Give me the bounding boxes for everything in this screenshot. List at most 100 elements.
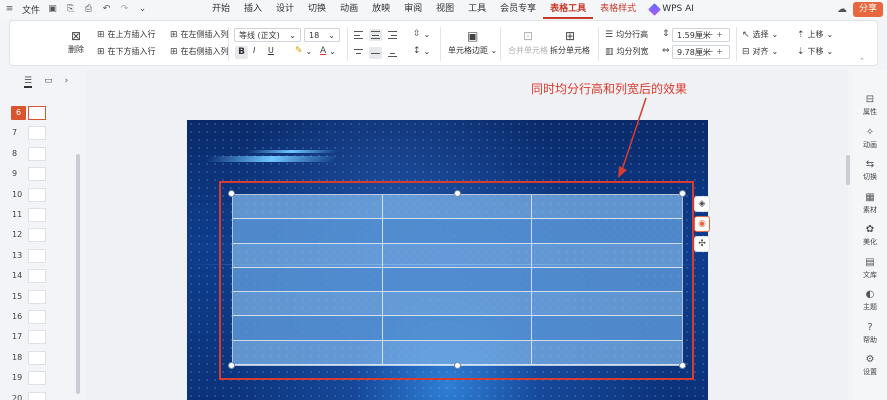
distribute-rows-button[interactable]: ☰ 均分行高	[605, 29, 648, 40]
right-panel-properties[interactable]: ⊟ 属性	[853, 94, 887, 117]
wps-ai-button[interactable]: WPS AI	[643, 0, 701, 19]
outline-view-icon[interactable]: ☰	[24, 76, 33, 88]
stepper-controls[interactable]: −+	[707, 30, 726, 39]
slide-thumbnail-item[interactable]: 16	[0, 310, 80, 325]
redo-icon[interactable]: ↷	[119, 4, 130, 15]
align-button[interactable]: ⊟ 对齐 ⌄	[742, 46, 778, 57]
align-right-icon[interactable]	[386, 29, 399, 41]
tab-6[interactable]: 审阅	[397, 0, 429, 19]
right-panel-assets[interactable]: ▦ 素材	[853, 192, 887, 215]
slide-thumbnail-item[interactable]: 10	[0, 187, 80, 203]
tab-0[interactable]: 开始	[205, 0, 237, 19]
slide-thumbnail-item[interactable]: 15	[0, 289, 80, 305]
bold-button[interactable]: B	[235, 46, 248, 59]
slide-thumbnail-item[interactable]: 18	[0, 350, 80, 366]
col-width-input[interactable]: 9.78厘米 −+	[672, 45, 730, 59]
right-panel-animation[interactable]: ✧ 动画	[853, 127, 887, 150]
font-color-button[interactable]: A ⌄	[320, 46, 336, 56]
tab-4[interactable]: 动画	[333, 0, 365, 19]
valign-top-icon[interactable]	[352, 47, 365, 59]
right-panel-beautify[interactable]: ✿ 美化	[853, 224, 887, 247]
slide-thumbnail-item[interactable]: 14	[0, 269, 80, 284]
slide-thumbnail-item[interactable]: 6	[0, 106, 80, 121]
distribute-cols-button[interactable]: ▥ 均分列宽	[605, 46, 649, 57]
insert-row-above-button[interactable]: ⊞ 在上方插入行	[97, 29, 156, 40]
right-panel-theme[interactable]: ◐ 主题	[853, 289, 887, 312]
slide-thumbnail-item[interactable]: 19	[0, 371, 80, 386]
slide-thumbnail-item[interactable]: 9	[0, 167, 80, 182]
valign-bottom-icon[interactable]	[386, 47, 399, 59]
valign-middle-icon[interactable]	[369, 47, 382, 59]
slide-thumbnail[interactable]	[28, 330, 46, 345]
save-icon[interactable]: ▣	[47, 4, 58, 15]
slide-thumbnail-item[interactable]: 11	[0, 208, 80, 223]
print-icon[interactable]: ⎙	[83, 4, 94, 15]
slide-thumbnail-item[interactable]: 7	[0, 126, 80, 141]
right-panel-library[interactable]: ▤ 文库	[853, 257, 887, 280]
slide-thumbnail[interactable]	[28, 310, 46, 324]
slide-thumbnail[interactable]	[28, 269, 46, 284]
slide-thumbnail-item[interactable]: 8	[0, 146, 80, 162]
canvas-scrollbar[interactable]	[846, 155, 850, 185]
align-center-icon[interactable]	[369, 29, 382, 41]
slide-thumbnail[interactable]	[28, 167, 46, 182]
tab-9[interactable]: 会员专享	[493, 0, 543, 19]
italic-button[interactable]: I	[253, 46, 255, 55]
split-cells-button[interactable]: ⊞ 拆分单元格	[550, 29, 590, 56]
slide-thumbnail[interactable]	[28, 289, 46, 304]
bring-forward-button[interactable]: ⇡ 上移 ⌄	[797, 29, 833, 40]
slide-thumbnail[interactable]	[28, 106, 46, 120]
right-panel-help[interactable]: ? 帮助	[853, 322, 887, 345]
tab-3[interactable]: 切换	[301, 0, 333, 19]
slide-thumbnail[interactable]	[28, 248, 46, 263]
tab-10[interactable]: 表格工具	[543, 0, 594, 19]
tab-2[interactable]: 设计	[269, 0, 301, 19]
export-icon[interactable]: ⎘	[65, 4, 76, 15]
menu-icon[interactable]: ≡	[4, 4, 15, 15]
slide-thumbnail[interactable]	[28, 126, 46, 141]
cell-margin-button[interactable]: ▣ 单元格边距 ⌄	[448, 29, 497, 56]
insert-col-right-button[interactable]: ⊞ 在右侧插入列	[170, 46, 229, 57]
send-backward-button[interactable]: ⇣ 下移 ⌄	[797, 46, 833, 57]
expand-ribbon-icon[interactable]: ⌃	[859, 57, 865, 65]
slides-scrollbar[interactable]	[76, 154, 80, 394]
tab-7[interactable]: 视图	[429, 0, 461, 19]
font-name-select[interactable]: 等线 (正文) ⌄	[234, 28, 301, 42]
text-direction-button[interactable]: ⇳ ⌄	[413, 29, 430, 39]
table-style-icon[interactable]: ✣	[694, 236, 710, 252]
slide-thumbnail[interactable]	[28, 146, 46, 161]
insert-col-left-button[interactable]: ⊞ 在左侧插入列	[170, 29, 229, 40]
align-left-icon[interactable]	[352, 29, 365, 41]
tab-11[interactable]: 表格样式	[593, 0, 643, 19]
font-size-select[interactable]: 18 ⌄	[304, 28, 340, 42]
underline-button[interactable]: U	[268, 46, 274, 55]
undo-icon[interactable]: ↶	[101, 4, 112, 15]
insert-row-below-button[interactable]: ⊞ 在下方插入行	[97, 46, 156, 57]
tab-8[interactable]: 工具	[461, 0, 493, 19]
slide-thumbnail[interactable]	[28, 350, 46, 365]
fill-style-icon[interactable]: ◉	[694, 216, 710, 232]
layers-icon[interactable]: ◈	[694, 196, 710, 212]
select-button[interactable]: ↖ 选择 ⌄	[742, 29, 778, 40]
thumbnail-view-icon[interactable]: ▭	[44, 76, 53, 88]
tab-5[interactable]: 放映	[365, 0, 397, 19]
slide-thumbnail[interactable]	[28, 371, 46, 386]
slide-thumbnail[interactable]	[28, 391, 46, 400]
cloud-icon[interactable]: ☁	[837, 4, 847, 15]
slide-thumbnail[interactable]	[28, 228, 46, 243]
slide-thumbnail-item[interactable]: 12	[0, 228, 80, 243]
slide-thumbnail[interactable]	[28, 187, 46, 202]
line-spacing-button[interactable]: ↕ ⌄	[413, 46, 430, 56]
merge-cells-button[interactable]: ⊡ 合并单元格	[508, 29, 548, 56]
slide-thumbnail[interactable]	[28, 208, 46, 222]
right-panel-transition[interactable]: ⇆ 切换	[853, 159, 887, 182]
collapse-panel-icon[interactable]: ›	[65, 76, 69, 88]
delete-button[interactable]: ⊠ 删除	[68, 29, 84, 55]
right-panel-settings[interactable]: ⚙ 设置	[853, 354, 887, 377]
highlight-color-button[interactable]: ✎ ⌄	[295, 46, 312, 56]
file-menu[interactable]: 文件	[22, 3, 40, 16]
slide-thumbnail-item[interactable]: 20	[0, 391, 80, 400]
share-button[interactable]: 分享	[852, 2, 883, 17]
more-icon[interactable]: ⌄	[137, 4, 148, 15]
slide-thumbnail-item[interactable]: 17	[0, 330, 80, 345]
